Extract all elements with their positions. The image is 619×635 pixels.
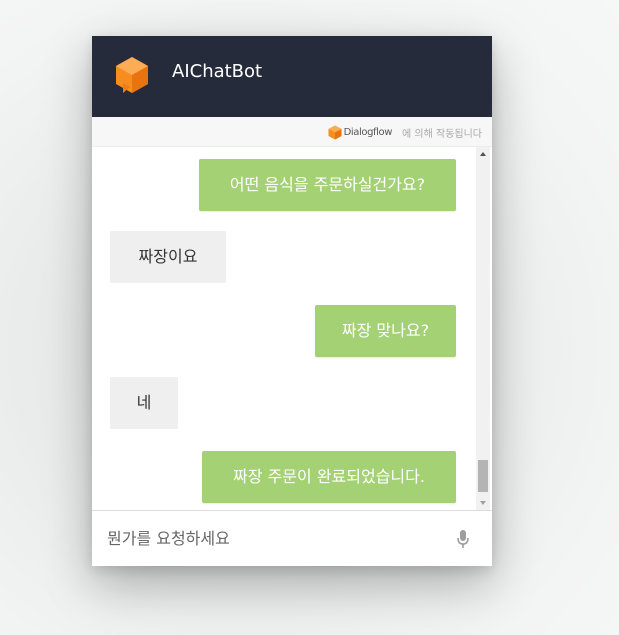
chat-widget: AIChatBot Dialogflow 에 의해 작동됩니다 어떤 음식을 주… [92,36,492,566]
dialogflow-brand-label: Dialogflow [343,126,393,138]
message-list[interactable]: 어떤 음식을 주문하실건가요? 짜장이요 짜장 맞나요? 네 짜장 주문이 완료… [92,147,476,510]
dialogflow-small-icon [328,125,342,139]
powered-by-credit[interactable]: Dialogflow 에 의해 작동됩니다 [328,124,482,140]
scroll-up-arrow-icon[interactable] [476,147,490,161]
chat-header: AIChatBot [92,36,492,117]
query-input[interactable] [107,525,437,551]
bot-message: 짜장 맞나요? [315,305,456,357]
input-bar [92,510,492,566]
chat-title: AIChatBot [172,61,263,82]
user-message: 네 [110,377,178,429]
bot-message: 짜장 주문이 완료되었습니다. [202,451,456,503]
user-message: 짜장이요 [110,231,226,283]
dialogflow-cube-icon [116,57,148,93]
bot-message: 어떤 음식을 주문하실건가요? [199,159,456,211]
powered-by-text: 에 의해 작동됩니다 [402,128,482,140]
microphone-icon[interactable] [456,529,470,549]
powered-by-bar: Dialogflow 에 의해 작동됩니다 [92,117,492,147]
scroll-down-arrow-icon[interactable] [476,496,490,510]
scrollbar-thumb[interactable] [478,460,488,492]
chat-scrollbar[interactable] [476,147,490,510]
